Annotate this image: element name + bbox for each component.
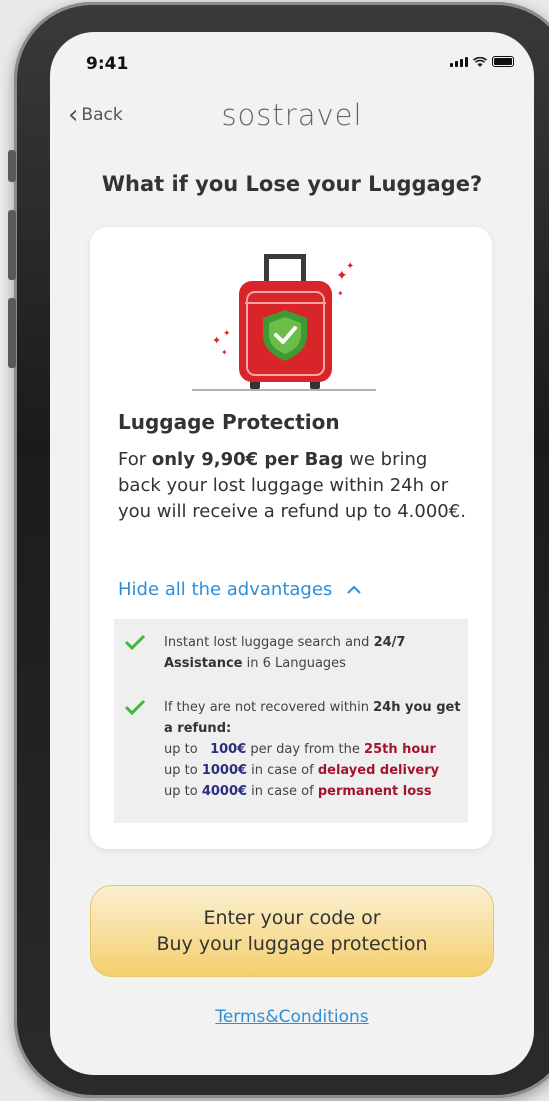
refund-row-3-pre: up to — [164, 784, 202, 799]
terms-conditions-link[interactable]: Terms&Conditions — [50, 1007, 534, 1027]
refund-row-2-pre: up to — [164, 763, 202, 778]
app-logo: sostravel — [221, 98, 363, 132]
protection-text-pre: For — [118, 449, 152, 470]
refund-condition-3: permanent loss — [317, 784, 432, 799]
adv2-intro-pre: If they are not recovered within — [164, 700, 374, 715]
refund-amount-2: 1000€ — [201, 763, 248, 778]
refund-condition-2: delayed delivery — [317, 763, 440, 778]
refund-row-2-mid: in case of — [247, 763, 318, 778]
refund-row-3-mid: in case of — [247, 784, 318, 799]
svg-text:✦: ✦ — [337, 289, 344, 298]
check-icon — [124, 699, 146, 715]
svg-text:✦: ✦ — [221, 348, 228, 357]
advantages-box: Instant lost luggage search and 24/7 Ass… — [114, 619, 468, 823]
adv1-pre: Instant lost luggage search and — [164, 635, 374, 650]
refund-condition-1: 25th hour — [364, 742, 436, 757]
volume-down-button — [8, 298, 16, 368]
volume-up-button — [8, 210, 16, 280]
refund-row-1-mid: per day from the — [246, 742, 365, 757]
svg-text:✦: ✦ — [223, 329, 231, 339]
suitcase-shield-illustration: ✦ ✦ ✦ ✦ ✦ ✦ — [192, 254, 376, 391]
cta-line-1: Enter your code or — [203, 907, 381, 929]
svg-text:✦: ✦ — [212, 334, 221, 347]
advantage-item-1: Instant lost luggage search and 24/7 Ass… — [124, 632, 464, 674]
refund-row-3: up to 4000€ in case of permanent loss — [164, 781, 464, 802]
status-icons — [450, 56, 514, 67]
advantage-text-2: If they are not recovered within 24h you… — [164, 697, 464, 802]
page-title: What if you Lose your Luggage? — [101, 172, 483, 196]
refund-row-1-pre: up to — [164, 742, 202, 757]
protection-price: only 9,90€ per Bag — [151, 449, 344, 470]
cta-line-2: Buy your luggage protection — [156, 933, 428, 955]
mute-switch — [8, 150, 16, 182]
signal-icon — [450, 57, 468, 67]
phone-screen: 9:41 ‹ Back sostravel What if you Lose y… — [50, 32, 534, 1075]
advantage-item-2: If they are not recovered within 24h you… — [124, 697, 464, 802]
refund-row-2: up to 1000€ in case of delayed delivery — [164, 760, 464, 781]
wifi-icon — [473, 57, 487, 67]
buy-protection-button[interactable]: Enter your code or Buy your luggage prot… — [90, 885, 494, 977]
svg-text:✦: ✦ — [346, 261, 354, 272]
protection-description: For only 9,90€ per Bag we bring back you… — [118, 447, 473, 525]
protection-card: ✦ ✦ ✦ ✦ ✦ ✦ Luggage Protection For only … — [90, 227, 492, 849]
adv1-post: in 6 Languages — [242, 656, 346, 671]
status-time: 9:41 — [86, 54, 129, 74]
battery-icon — [492, 56, 514, 67]
refund-amount-3: 4000€ — [201, 784, 248, 799]
chevron-up-icon — [347, 585, 362, 594]
hide-advantages-toggle[interactable]: Hide all the advantages — [118, 579, 362, 600]
advantage-text-1: Instant lost luggage search and 24/7 Ass… — [164, 632, 464, 674]
protection-title: Luggage Protection — [118, 410, 340, 434]
refund-row-1: up to 100€ per day from the 25th hour — [164, 739, 464, 760]
refund-amount-1: 100€ — [210, 742, 247, 757]
hide-advantages-label: Hide all the advantages — [118, 579, 333, 600]
check-icon — [124, 634, 146, 650]
adv2-intro: If they are not recovered within 24h you… — [164, 697, 464, 739]
